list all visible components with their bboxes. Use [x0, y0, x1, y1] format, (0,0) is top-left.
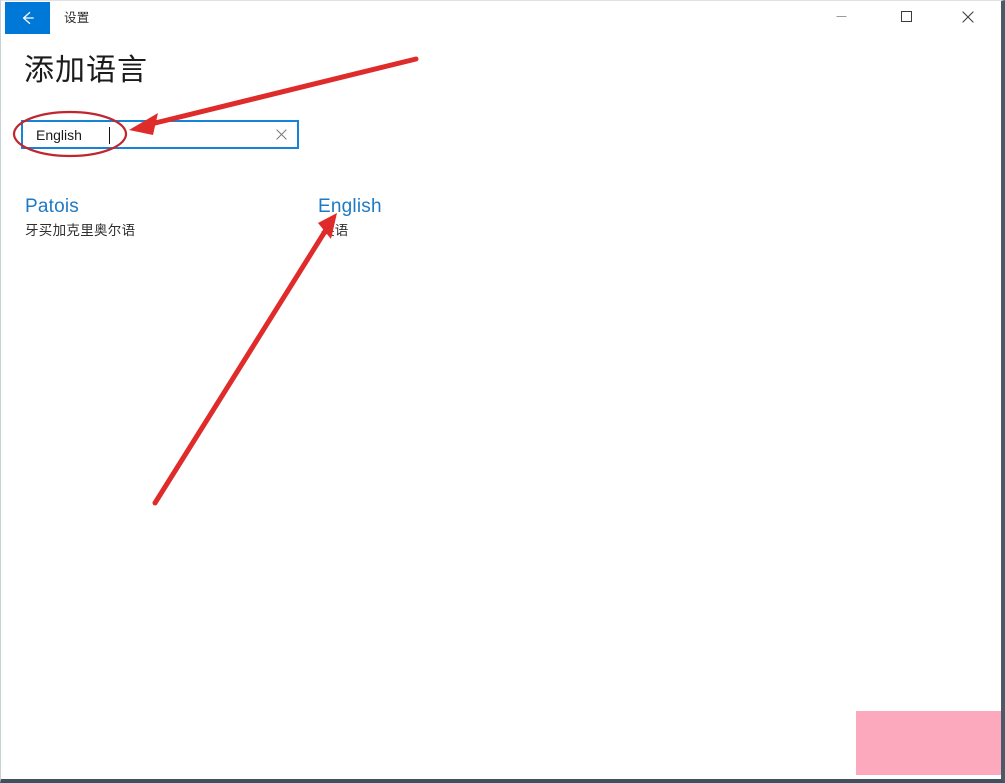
list-item[interactable]: English 英语	[318, 195, 382, 241]
language-search-box[interactable]	[21, 120, 299, 149]
close-button[interactable]	[945, 1, 990, 32]
list-item[interactable]: Patois 牙买加克里奥尔语	[25, 195, 135, 241]
text-caret	[109, 127, 110, 144]
clear-x-icon	[275, 129, 287, 140]
minimize-button[interactable]	[819, 1, 864, 32]
language-native-name: 牙买加克里奥尔语	[25, 223, 136, 238]
language-name[interactable]: English	[318, 195, 382, 219]
close-icon	[961, 10, 974, 23]
settings-window: 设置 添加语言 English Patois 牙买加克里奥尔语 English …	[0, 0, 1005, 783]
title-bar: 设置	[1, 1, 1001, 35]
maximize-button[interactable]	[884, 1, 929, 32]
back-button[interactable]	[5, 2, 50, 34]
window-title: 设置	[64, 11, 90, 25]
language-name[interactable]: Patois	[25, 195, 135, 219]
arrow-to-english-annotation	[152, 213, 337, 506]
search-input[interactable]	[23, 122, 265, 147]
annotation-overlay	[12, 56, 419, 506]
pink-overlay-annotation	[856, 711, 1001, 775]
arrow-left-icon	[22, 11, 34, 25]
maximize-icon	[901, 11, 912, 22]
language-native-name: 英语	[321, 223, 349, 238]
minimize-icon	[836, 16, 847, 17]
clear-search-button[interactable]	[265, 122, 297, 147]
page-title: 添加语言	[24, 54, 148, 87]
